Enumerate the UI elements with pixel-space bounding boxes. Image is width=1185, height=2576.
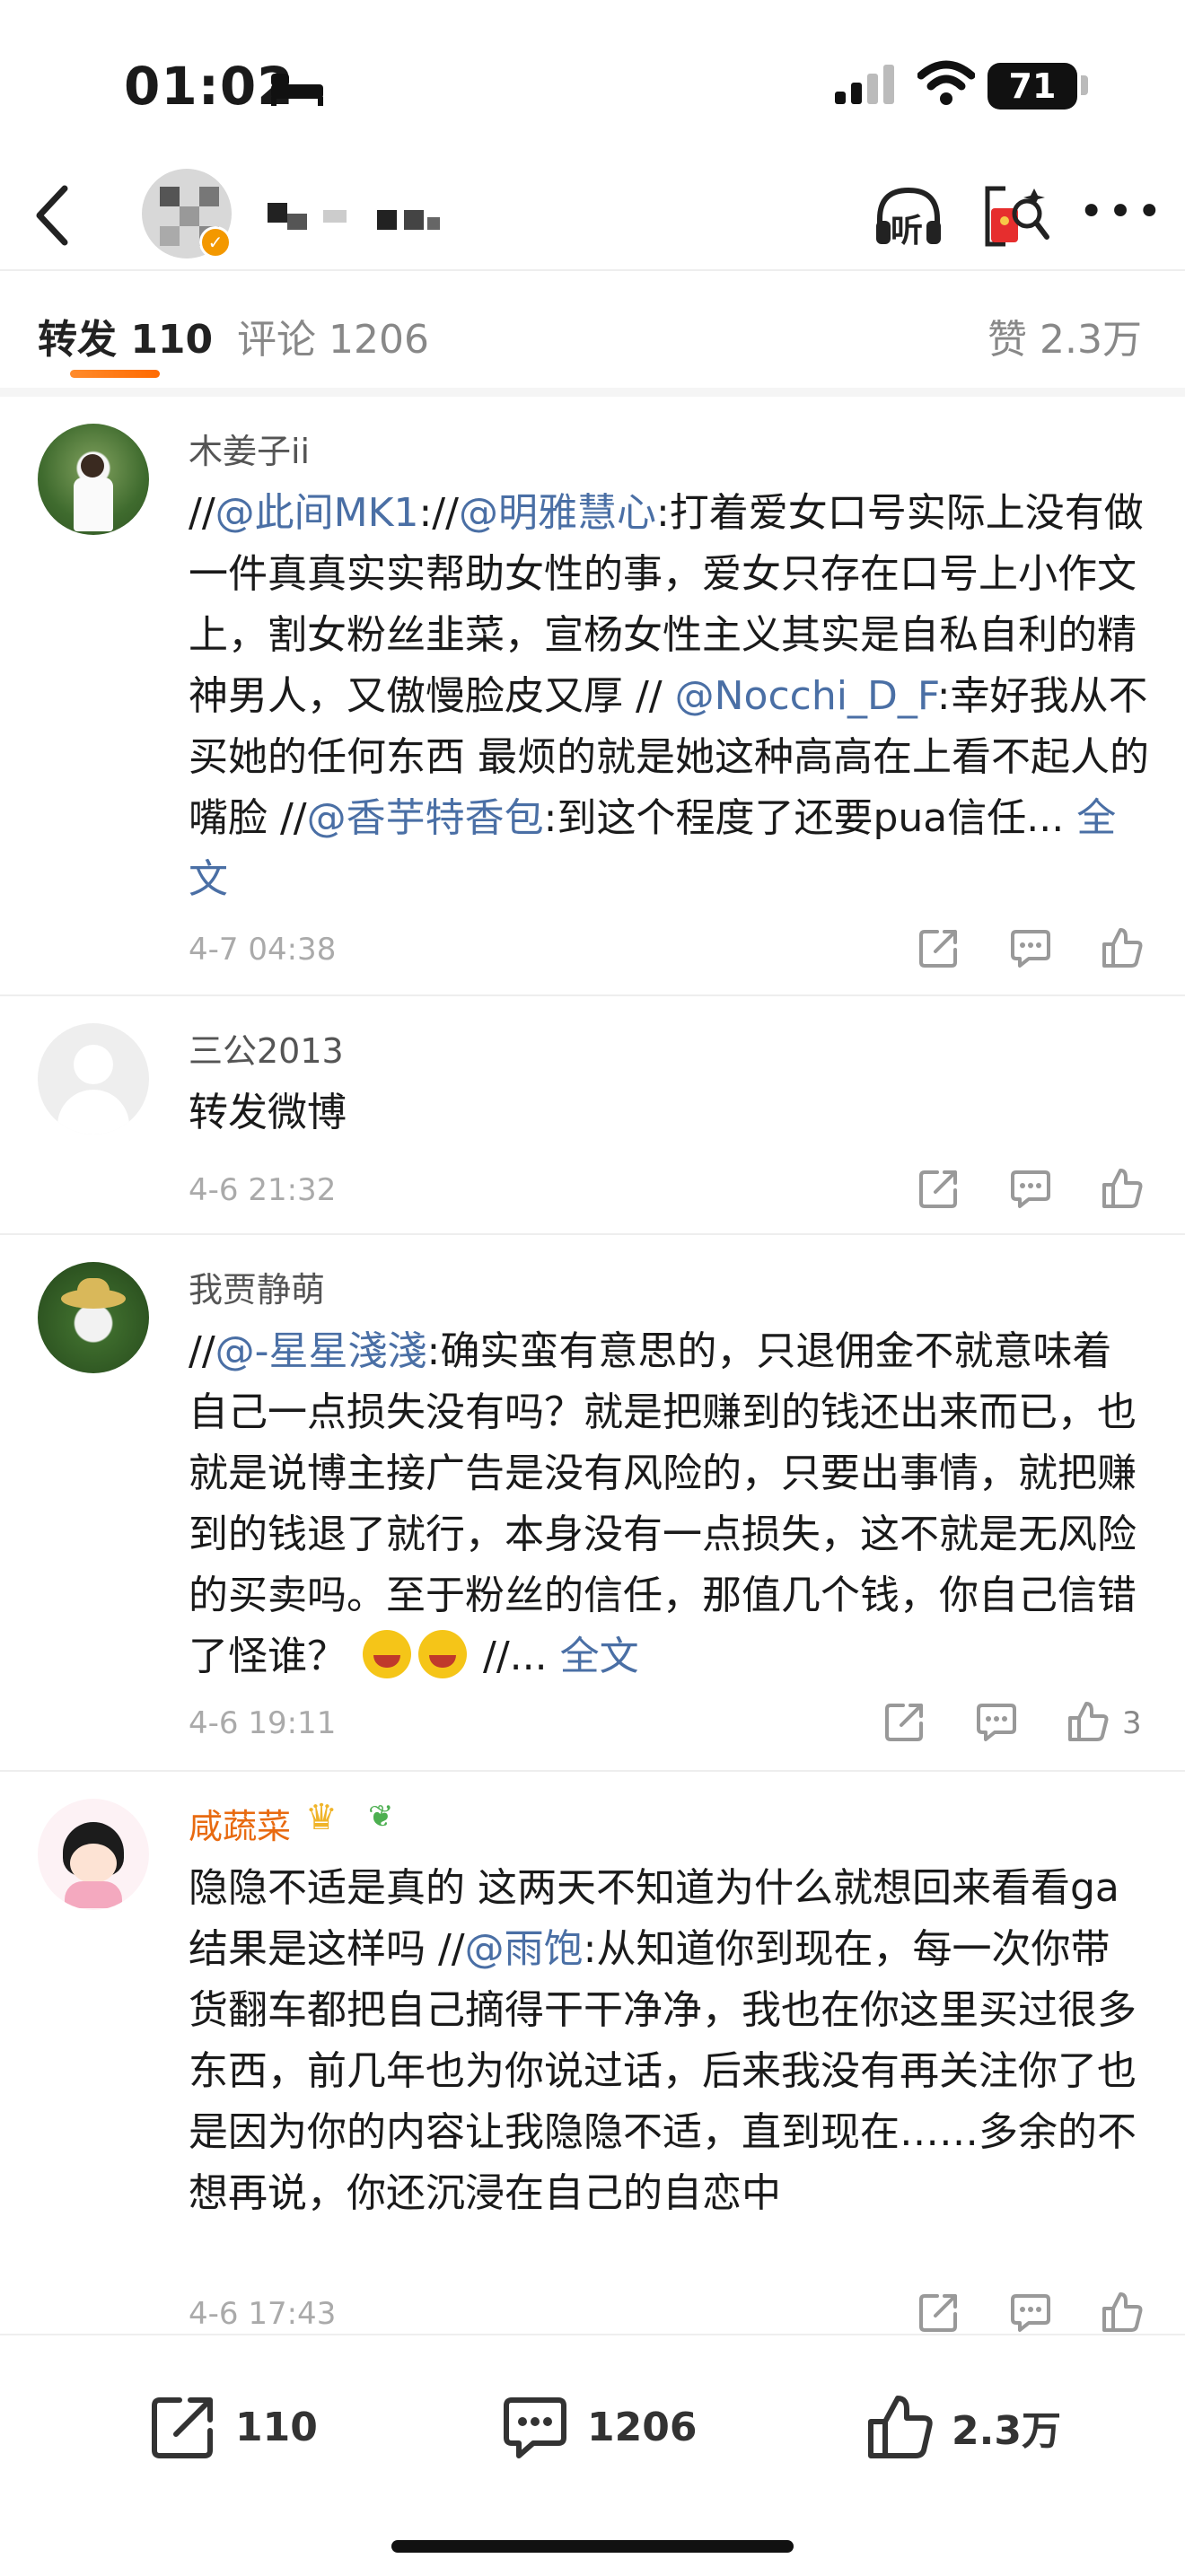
author-name-pixelated[interactable]	[260, 197, 458, 233]
mention-link[interactable]: @雨饱	[465, 1926, 584, 1972]
username[interactable]: 三公2013	[189, 1023, 344, 1073]
mention-link[interactable]: @此间MK1	[215, 490, 419, 536]
text-seg: //	[189, 1328, 215, 1374]
comment-button[interactable]: 1206	[499, 2391, 697, 2463]
like-icon[interactable]	[1101, 2291, 1144, 2334]
tab-like[interactable]: 赞 2.3万	[988, 307, 1142, 364]
like-count: 2.3万	[952, 2408, 1061, 2454]
repost-text: 隐隐不适是真的 这两天不知道为什么就想回来看看ga 结果是这样吗 //@雨饱:从…	[189, 1858, 1149, 2224]
text-seg: //...	[483, 1634, 560, 1679]
repost-list[interactable]: 木姜子ii //@此间MK1://@明雅慧心:打着爱女口号实际上没有做一件真真实…	[0, 397, 1185, 2334]
text-seg: //	[189, 490, 215, 536]
mention-link[interactable]: @-星星淺淺	[215, 1328, 427, 1374]
like-count: 3	[1122, 1705, 1142, 1741]
list-item[interactable]: 咸蔬菜 ♛ ❦ 隐隐不适是真的 这两天不知道为什么就想回来看看ga 结果是这样吗…	[0, 1772, 1185, 2334]
repost-text: //@-星星淺淺:确实蛮有意思的，只退佣金不就意味着自己一点损失没有吗？就是把赚…	[189, 1321, 1149, 1687]
sleep-focus-icon	[271, 74, 323, 106]
like-button[interactable]: 2.3万	[864, 2391, 1061, 2463]
verified-badge-icon: ✓	[199, 226, 232, 258]
text-seg: :到这个程度了还要pua信任...	[543, 795, 1077, 841]
comment-icon[interactable]	[975, 1700, 1018, 1743]
tabs-divider	[0, 388, 1185, 397]
listen-button[interactable]: 听	[871, 181, 946, 253]
back-arrow-icon[interactable]	[27, 180, 81, 251]
forward-count: 110	[235, 2404, 318, 2450]
text-seg: //	[432, 490, 459, 536]
comment-icon[interactable]	[1009, 1167, 1052, 1210]
share-icon[interactable]	[917, 926, 961, 969]
text-seg: :	[418, 490, 433, 536]
share-icon[interactable]	[883, 1700, 926, 1743]
nav-bar: ✓ 听 •••	[0, 162, 1185, 269]
like-icon	[868, 2396, 933, 2458]
forward-button[interactable]: 110	[147, 2391, 318, 2463]
crown-badge-icon: ♛	[305, 1797, 338, 1838]
wifi-icon	[917, 60, 975, 105]
like-icon[interactable]	[1101, 926, 1144, 969]
status-bar: 01:02 71	[0, 0, 1185, 162]
list-item[interactable]: 三公2013 转发微博 4-6 21:32	[0, 996, 1185, 1235]
red-packet-search-icon	[985, 186, 1049, 247]
username[interactable]: 木姜子ii	[189, 424, 310, 473]
comment-icon[interactable]	[1009, 926, 1052, 969]
comment-icon	[504, 2397, 566, 2458]
repost-text: 转发微博	[189, 1090, 347, 1135]
post-time: 4-6 17:43	[189, 2296, 337, 2332]
text-seg: :确实蛮有意思的，只退佣金不就意味着自己一点损失没有吗？就是把赚到的钱还出来而已…	[189, 1328, 1137, 1679]
avatar[interactable]	[38, 1262, 149, 1373]
tab-bar: 转发 110 评论 1206 赞 2.3万	[0, 271, 1185, 388]
comment-icon[interactable]	[1009, 2291, 1052, 2334]
post-time: 4-7 04:38	[189, 932, 337, 968]
tab-comment[interactable]: 评论 1206	[237, 307, 429, 364]
share-icon[interactable]	[917, 1167, 961, 1210]
comment-count: 1206	[587, 2404, 698, 2450]
cellular-signal-icon	[835, 65, 894, 104]
mention-link[interactable]: @Nocchi_D_F	[675, 673, 937, 719]
mention-link[interactable]: @香芋特香包	[307, 795, 544, 841]
avatar[interactable]	[38, 1799, 149, 1910]
repost-text: //@此间MK1://@明雅慧心:打着爱女口号实际上没有做一件真真实实帮助女性的…	[189, 483, 1149, 910]
listen-label: 听	[891, 213, 924, 250]
sprout-badge-icon: ❦	[368, 1799, 394, 1835]
grin-emoji-icon	[363, 1630, 411, 1678]
avatar[interactable]	[38, 1023, 149, 1135]
share-icon[interactable]	[917, 2291, 961, 2334]
post-time: 4-6 19:11	[189, 1705, 337, 1741]
battery-cap	[1081, 75, 1088, 95]
username[interactable]: 咸蔬菜	[189, 1799, 291, 1848]
battery-indicator: 71	[988, 63, 1077, 110]
like-icon[interactable]	[1066, 1700, 1110, 1743]
red-packet-button[interactable]	[979, 181, 1054, 253]
full-text-link[interactable]: 全文	[560, 1634, 639, 1679]
forward-icon	[152, 2397, 213, 2458]
like-icon[interactable]	[1101, 1167, 1144, 1210]
more-options-icon[interactable]: •••	[1077, 190, 1167, 239]
list-item[interactable]: 木姜子ii //@此间MK1://@明雅慧心:打着爱女口号实际上没有做一件真真实…	[0, 397, 1185, 996]
tab-forward[interactable]: 转发 110	[38, 307, 213, 364]
mention-link[interactable]: @明雅慧心	[459, 490, 656, 536]
list-item[interactable]: 我贾静萌 //@-星星淺淺:确实蛮有意思的，只退佣金不就意味着自己一点损失没有吗…	[0, 1235, 1185, 1772]
active-tab-underline	[70, 370, 160, 378]
grin-emoji-icon	[418, 1630, 467, 1678]
home-indicator[interactable]	[391, 2540, 794, 2553]
avatar[interactable]	[38, 424, 149, 535]
post-time: 4-6 21:32	[189, 1172, 337, 1208]
username[interactable]: 我贾静萌	[189, 1262, 325, 1311]
